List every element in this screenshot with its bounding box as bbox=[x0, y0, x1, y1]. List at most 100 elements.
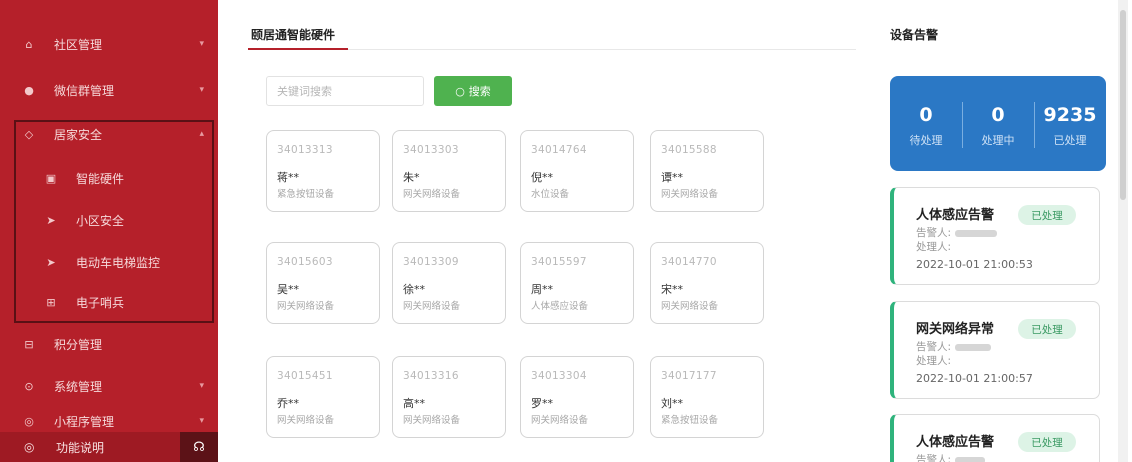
alarm-title: 网关网络异常 bbox=[916, 322, 995, 337]
sidebar-item-miniapp[interactable]: ◎ 小程序管理 ▾ bbox=[0, 410, 218, 432]
alarm-card[interactable]: 人体感应告警 已处理 告警人: bbox=[890, 414, 1100, 462]
device-card[interactable]: 34013313 蒋** 紧急按钮设备 bbox=[266, 130, 380, 212]
sidebar-item-wechat[interactable]: ● 微信群管理 ▾ bbox=[0, 68, 218, 112]
sidebar-item-label: 小区安全 bbox=[76, 213, 125, 228]
device-owner: 高** bbox=[403, 397, 425, 410]
device-type: 网关网络设备 bbox=[403, 301, 461, 312]
device-owner: 宋** bbox=[661, 283, 683, 296]
sidebar-item-smart-hardware[interactable]: ▣ 智能硬件 bbox=[0, 156, 218, 200]
alarm-card[interactable]: 人体感应告警 已处理 告警人: 处理人: 2022-10-01 21:00:53 bbox=[890, 187, 1100, 285]
redacted-name bbox=[955, 229, 998, 237]
sidebar-item-label: 社区管理 bbox=[54, 37, 103, 52]
camera-icon: ➤ bbox=[46, 213, 56, 227]
monitor-icon: ➤ bbox=[46, 255, 56, 269]
status-badge: 已处理 bbox=[1018, 319, 1076, 339]
alarm-reporter: 告警人: bbox=[916, 339, 992, 354]
tab-smart-hardware[interactable]: 颐居通智能硬件 bbox=[251, 26, 335, 43]
device-type: 网关网络设备 bbox=[403, 415, 461, 426]
device-owner: 罗** bbox=[531, 397, 553, 410]
reporter-label: 告警人: bbox=[916, 454, 952, 462]
chevron-down-icon: ▾ bbox=[199, 416, 204, 426]
device-card[interactable]: 34017177 刘** 紧急按钮设备 bbox=[650, 356, 764, 438]
sidebar: ⌂ 社区管理 ▾ ● 微信群管理 ▾ ◇ 居家安全 ▴ ▣ 智能硬件 ➤ 小区安… bbox=[0, 0, 218, 462]
redacted-name bbox=[955, 343, 992, 351]
device-card[interactable]: 34013304 罗** 网关网络设备 bbox=[520, 356, 634, 438]
device-id: 34014764 bbox=[531, 144, 587, 156]
device-card[interactable]: 34014764 倪** 水位设备 bbox=[520, 130, 634, 212]
device-id: 34013309 bbox=[403, 256, 459, 268]
stat-value: 9235 bbox=[1043, 104, 1097, 126]
sidebar-item-label: 电子哨兵 bbox=[76, 295, 125, 310]
alarm-reporter: 告警人: bbox=[916, 225, 998, 240]
device-owner: 吴** bbox=[277, 283, 299, 296]
device-owner: 周** bbox=[531, 283, 553, 296]
device-type: 网关网络设备 bbox=[661, 189, 719, 200]
chevron-down-icon: ▾ bbox=[199, 85, 204, 95]
device-owner: 谭** bbox=[661, 171, 683, 184]
sidebar-item-points[interactable]: ⊟ 积分管理 bbox=[0, 322, 218, 366]
device-type: 网关网络设备 bbox=[403, 189, 461, 200]
sidebar-item-e-sentinel[interactable]: ⊞ 电子哨兵 bbox=[0, 280, 218, 324]
device-id: 34013303 bbox=[403, 144, 459, 156]
sidebar-item-home-safety[interactable]: ◇ 居家安全 ▴ bbox=[0, 112, 218, 156]
alarm-time: 2022-10-01 21:00:57 bbox=[916, 372, 1033, 385]
device-card[interactable]: 34015451 乔** 网关网络设备 bbox=[266, 356, 380, 438]
search-input[interactable] bbox=[266, 76, 424, 106]
alarm-title: 人体感应告警 bbox=[916, 208, 995, 223]
device-card[interactable]: 34013303 朱* 网关网络设备 bbox=[392, 130, 506, 212]
alarm-panel: 设备告警 0 待处理 0 处理中 9235 已处理 人体感应告警 已处理 告警人… bbox=[868, 0, 1132, 462]
device-id: 34013313 bbox=[277, 144, 333, 156]
device-card[interactable]: 34014770 宋** 网关网络设备 bbox=[650, 242, 764, 324]
sidebar-item-ebike-elevator[interactable]: ➤ 电动车电梯监控 bbox=[0, 240, 218, 284]
stat-processed[interactable]: 9235 已处理 bbox=[1034, 76, 1106, 171]
device-card[interactable]: 34013316 高** 网关网络设备 bbox=[392, 356, 506, 438]
stat-processing[interactable]: 0 处理中 bbox=[962, 76, 1034, 171]
device-id: 34015451 bbox=[277, 370, 333, 382]
stat-pending[interactable]: 0 待处理 bbox=[890, 76, 962, 171]
sidebar-item-community[interactable]: ⌂ 社区管理 ▾ bbox=[0, 22, 218, 66]
device-id: 34015597 bbox=[531, 256, 587, 268]
scrollbar-thumb[interactable] bbox=[1120, 10, 1126, 200]
device-card[interactable]: 34015597 周** 人体感应设备 bbox=[520, 242, 634, 324]
settings-icon: ⊙ bbox=[24, 379, 34, 393]
device-card[interactable]: 34015603 吴** 网关网络设备 bbox=[266, 242, 380, 324]
device-card[interactable]: 34013309 徐** 网关网络设备 bbox=[392, 242, 506, 324]
device-type: 网关网络设备 bbox=[661, 301, 719, 312]
device-type: 网关网络设备 bbox=[277, 415, 335, 426]
device-type: 紧急按钮设备 bbox=[277, 189, 335, 200]
reporter-label: 告警人: bbox=[916, 341, 952, 353]
headset-icon[interactable]: ☊ bbox=[180, 432, 218, 462]
alarm-time: 2022-10-01 21:00:53 bbox=[916, 258, 1033, 271]
points-icon: ⊟ bbox=[24, 337, 34, 351]
stat-label: 处理中 bbox=[981, 134, 1015, 147]
redacted-name bbox=[955, 456, 986, 462]
sidebar-item-label: 小程序管理 bbox=[54, 414, 115, 429]
sidebar-item-system[interactable]: ⊙ 系统管理 ▾ bbox=[0, 364, 218, 408]
chevron-down-icon: ▾ bbox=[199, 381, 204, 391]
alarm-stats: 0 待处理 0 处理中 9235 已处理 bbox=[890, 76, 1106, 171]
stat-value: 0 bbox=[919, 104, 933, 126]
sidebar-footer[interactable]: ◎ 功能说明 ☊ bbox=[0, 432, 218, 462]
search-button[interactable]: ○ 搜索 bbox=[434, 76, 512, 106]
miniapp-icon: ◎ bbox=[24, 414, 34, 428]
alarm-handler: 处理人: bbox=[916, 355, 952, 367]
sidebar-item-label: 智能硬件 bbox=[76, 171, 125, 186]
shield-icon: ◇ bbox=[24, 127, 34, 141]
status-badge: 已处理 bbox=[1018, 205, 1076, 225]
alarm-card[interactable]: 网关网络异常 已处理 告警人: 处理人: 2022-10-01 21:00:57 bbox=[890, 301, 1100, 399]
main-content: 颐居通智能硬件 ○ 搜索 34013313 蒋** 紧急按钮设备 3401330… bbox=[218, 0, 868, 462]
status-badge: 已处理 bbox=[1018, 432, 1076, 452]
device-card[interactable]: 34015588 谭** 网关网络设备 bbox=[650, 130, 764, 212]
reporter-label: 告警人: bbox=[916, 227, 952, 239]
device-type: 网关网络设备 bbox=[277, 301, 335, 312]
device-owner: 朱* bbox=[403, 171, 420, 184]
hardware-icon: ▣ bbox=[45, 171, 57, 185]
search-button-label: 搜索 bbox=[468, 85, 491, 98]
device-type: 水位设备 bbox=[531, 189, 570, 200]
device-owner: 蒋** bbox=[277, 171, 299, 184]
stat-value: 0 bbox=[991, 104, 1005, 126]
device-owner: 倪** bbox=[531, 171, 553, 184]
sidebar-item-community-safety[interactable]: ➤ 小区安全 bbox=[0, 198, 218, 242]
chevron-down-icon: ▾ bbox=[199, 39, 204, 49]
device-id: 34015603 bbox=[277, 256, 333, 268]
